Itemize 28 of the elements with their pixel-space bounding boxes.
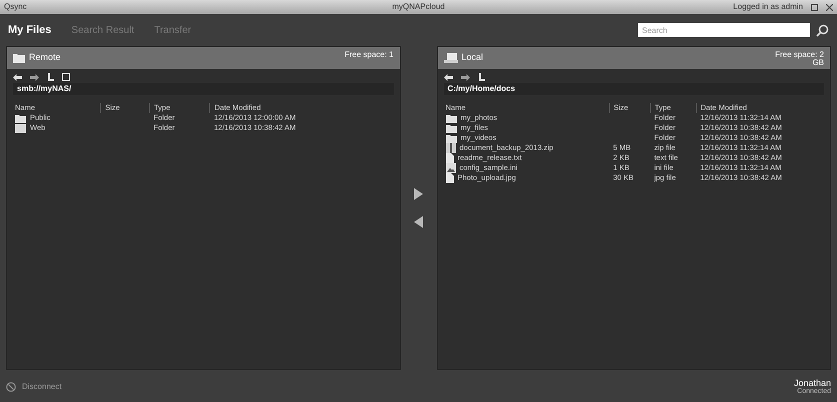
disconnect-link[interactable]: Disconnect (22, 381, 62, 393)
upload-arrow-icon[interactable] (414, 188, 423, 200)
path-field[interactable]: smb://myNAS/ (13, 83, 394, 95)
app-title: myQNAPcloud (392, 1, 445, 13)
forward-icon[interactable] (30, 74, 39, 80)
tab[interactable]: My Files (8, 22, 52, 38)
back-icon[interactable] (13, 74, 22, 80)
disconnect-icon[interactable] (6, 382, 16, 392)
search-field[interactable]: Search (638, 23, 810, 37)
back-icon[interactable] (444, 74, 452, 80)
computer-icon (444, 52, 458, 63)
image-file-icon (446, 163, 456, 173)
user-name: Jonathan (794, 379, 831, 388)
window-title: Qsync (4, 1, 28, 13)
panel-title: Remote (29, 51, 61, 64)
free-space-text: Free space: 2 (775, 51, 824, 59)
login-status: Logged in as admin (733, 1, 803, 13)
forward-icon[interactable] (460, 74, 470, 80)
path-field[interactable]: C:/my/Home/docs (444, 83, 824, 95)
panel-title: Local (462, 51, 484, 64)
new-folder-icon[interactable] (62, 73, 70, 81)
restore-icon[interactable] (811, 4, 818, 10)
archive-icon (446, 143, 456, 153)
download-arrow-icon[interactable] (414, 216, 423, 228)
close-icon[interactable] (826, 4, 833, 10)
search-icon[interactable] (816, 24, 829, 36)
free-space-text: Free space: 1 (344, 51, 394, 59)
free-space-text: GB (812, 59, 824, 67)
